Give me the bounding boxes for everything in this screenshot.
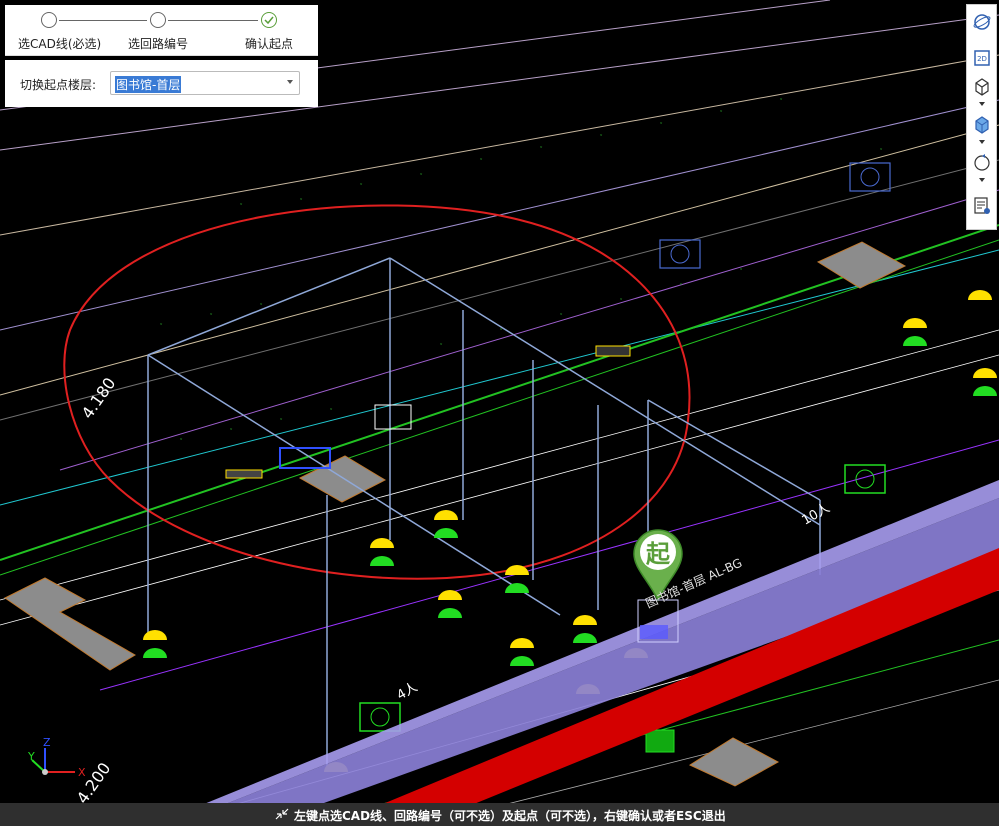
axis-z-label: Z [43,736,51,749]
floor-select-value: 图书馆-首层 [115,76,182,93]
chevron-down-icon [287,80,293,84]
properties-icon[interactable] [970,195,994,217]
step-2-indicator [150,12,166,28]
step-3-label[interactable]: 确认起点 [245,35,293,52]
cad-3d-viewport[interactable]: ᵥᵥᵥ ᵥᵥᵥ ᵥᵥᵥ ᵥᵥᵥ ᵥᵥᵥ ᵥᵥᵥ ᵥᵥᵥ ᵥᵥᵥ 起 图书馆-首层… [0,0,999,826]
status-bar: 左键点选CAD线、回路编号（可不选）及起点（可不选），右键确认或者ESC退出 [0,803,999,826]
rotate-caret[interactable] [979,178,985,182]
axis-y-label: Y [27,750,35,763]
status-hint-text: 左键点选CAD线、回路编号（可不选）及起点（可不选），右键确认或者ESC退出 [294,809,726,823]
floor-switch-label: 切换起点楼层: [20,78,97,92]
step-2-label[interactable]: 选回路编号 [128,35,188,52]
wizard-steps: 选CAD线(必选) 选回路编号 确认起点 [5,5,318,56]
step-1-label[interactable]: 选CAD线(必选) [18,35,101,52]
cube-wireframe-caret[interactable] [979,102,985,106]
step-connector-1 [59,20,147,21]
svg-text:2D: 2D [977,55,987,63]
2d-view-icon[interactable]: 2D [970,47,994,69]
start-marker-glyph: 起 [645,540,671,568]
rotate-icon[interactable] [970,151,994,173]
floor-switch-panel: 切换起点楼层: 图书馆-首层 [5,60,318,107]
step-3-check-icon [261,12,277,28]
sphere-icon[interactable] [970,11,994,33]
axis-x-label: X [78,766,86,779]
shrink-arrows-icon [275,808,289,820]
floor-select[interactable]: 图书馆-首层 [110,71,300,95]
cube-wireframe-icon[interactable] [970,75,994,97]
step-connector-2 [168,20,258,21]
cube-solid-icon[interactable] [970,113,994,135]
view-toolbar: 2D [966,4,997,230]
cube-solid-caret[interactable] [979,140,985,144]
step-1-indicator [41,12,57,28]
